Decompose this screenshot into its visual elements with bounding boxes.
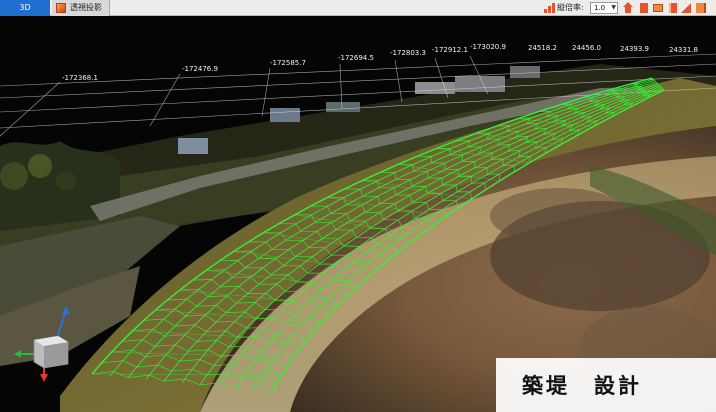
point-cloud-viewport[interactable]: -172368.1 -172476.9 -172585.7 -172694.5 … xyxy=(0,16,716,412)
top-toolbar: 3D 透視投影 縦倍率: 1.0 ▼ xyxy=(0,0,716,16)
grid-label-x-2: -172585.7 xyxy=(270,59,306,67)
vertical-ratio-select[interactable]: 1.0 ▼ xyxy=(590,2,618,14)
axis-gizmo[interactable] xyxy=(14,306,84,386)
cube-icon xyxy=(56,3,66,13)
view-front-icon[interactable] xyxy=(638,2,650,14)
grid-label-x-6: -173020.9 xyxy=(470,43,506,51)
grid-label-x-0: -172368.1 xyxy=(62,74,98,82)
home-icon[interactable] xyxy=(622,2,634,14)
ratio-chart-icon[interactable] xyxy=(544,3,555,13)
grid-label-y-1: 24456.0 xyxy=(572,44,601,52)
view-diagonal-icon[interactable] xyxy=(680,2,692,14)
caption-text: 築堤 設計 xyxy=(522,374,642,398)
tab-3d[interactable]: 3D xyxy=(0,0,50,16)
view-back-icon[interactable] xyxy=(694,2,706,14)
chevron-down-icon: ▼ xyxy=(611,4,616,11)
grid-label-x-3: -172694.5 xyxy=(338,54,374,62)
tab-perspective-label: 透視投影 xyxy=(70,3,102,12)
grid-label-y-0: 24518.2 xyxy=(528,44,557,52)
point-cloud-scene xyxy=(0,16,716,412)
tab-perspective-projection[interactable]: 透視投影 xyxy=(52,0,110,16)
grid-label-x-4: -172803.3 xyxy=(390,49,426,57)
view-side-icon[interactable] xyxy=(666,2,678,14)
vertical-ratio-label: 縦倍率: xyxy=(557,3,584,12)
grid-label-x-1: -172476.9 xyxy=(182,65,218,73)
grid-label-x-5: -172912.1 xyxy=(432,46,468,54)
grid-label-y-3: 24331.8 xyxy=(669,46,698,54)
view-box-icon[interactable] xyxy=(652,2,664,14)
grid-label-y-2: 24393.9 xyxy=(620,45,649,53)
caption-box: 築堤 設計 xyxy=(496,358,716,412)
vertical-ratio-value: 1.0 xyxy=(594,4,606,12)
